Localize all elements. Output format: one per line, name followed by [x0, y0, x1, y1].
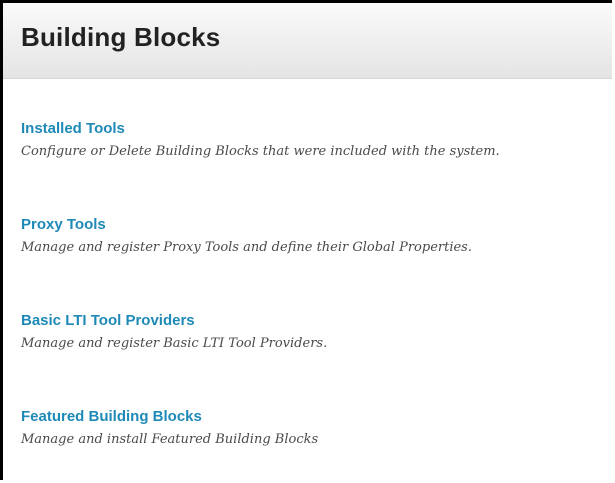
page-title: Building Blocks [21, 22, 221, 52]
featured-building-blocks-link[interactable]: Featured Building Blocks [21, 407, 612, 427]
installed-tools-link[interactable]: Installed Tools [21, 119, 612, 139]
installed-tools-description: Configure or Delete Building Blocks that… [21, 144, 500, 159]
basic-lti-tool-providers-link[interactable]: Basic LTI Tool Providers [21, 311, 612, 331]
featured-building-blocks-description: Manage and install Featured Building Blo… [21, 432, 319, 447]
tool-item-featured-building-blocks: Featured Building Blocks Manage and inst… [21, 407, 612, 480]
tool-item-installed-tools: Installed Tools Configure or Delete Buil… [21, 119, 612, 215]
tool-item-proxy-tools: Proxy Tools Manage and register Proxy To… [21, 215, 612, 311]
tool-item-basic-lti-tool-providers: Basic LTI Tool Providers Manage and regi… [21, 311, 612, 407]
content-frame: Building Blocks Installed Tools Configur… [0, 0, 612, 480]
proxy-tools-link[interactable]: Proxy Tools [21, 215, 612, 235]
proxy-tools-description: Manage and register Proxy Tools and defi… [21, 240, 472, 255]
page-header: Building Blocks [3, 3, 612, 79]
tool-list: Installed Tools Configure or Delete Buil… [21, 119, 612, 480]
basic-lti-tool-providers-description: Manage and register Basic LTI Tool Provi… [21, 336, 328, 351]
